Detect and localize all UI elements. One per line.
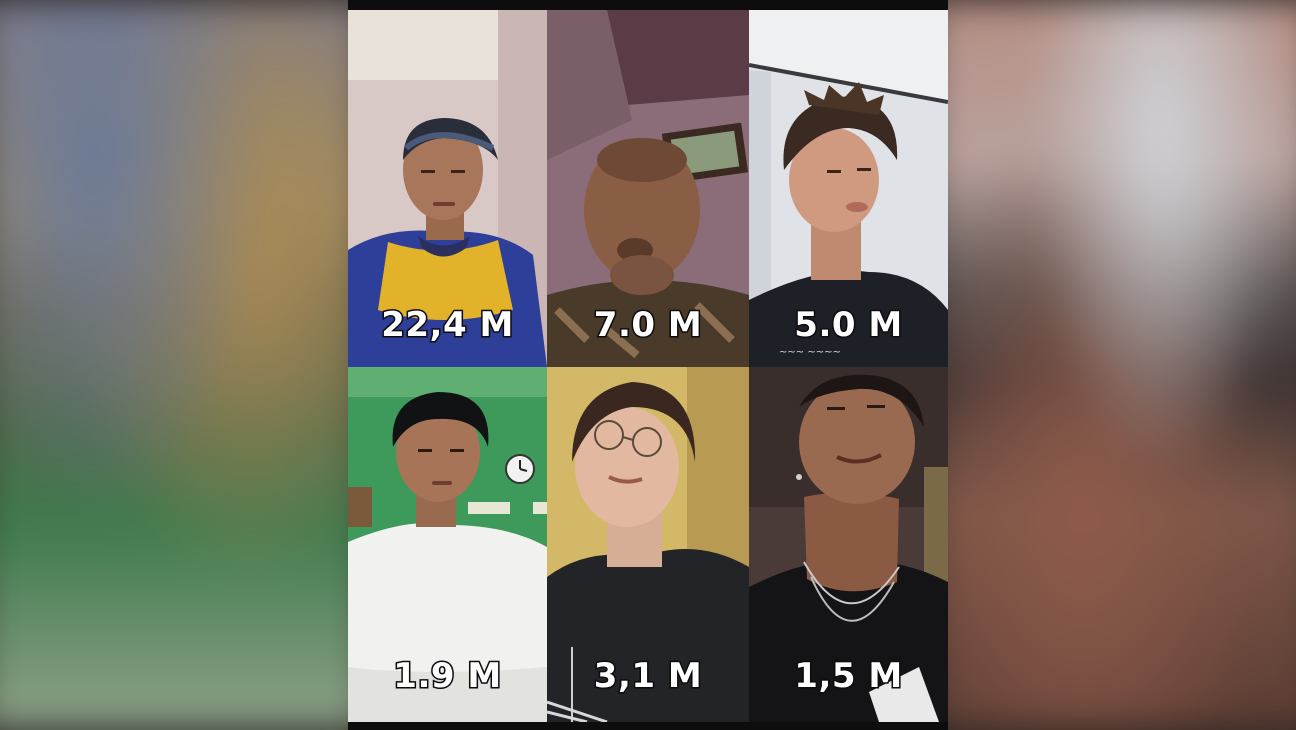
view-count-label: 1,5 M (793, 655, 904, 698)
photo-tile-4: 1.9 M (348, 367, 547, 722)
photo-tile-6: 1,5 M (749, 367, 948, 722)
view-count-label: 22,4 M (380, 304, 515, 347)
photo-grid: 22,4 M 7.0 M ~~~ ~~~~ 5.0 M 1.9 M 3,1 M … (348, 10, 948, 722)
blurred-backdrop-left (0, 0, 368, 730)
view-count-label: 5.0 M (793, 304, 904, 347)
view-count-label: 7.0 M (592, 304, 703, 347)
collage-frame: 22,4 M 7.0 M ~~~ ~~~~ 5.0 M 1.9 M 3,1 M … (348, 0, 948, 730)
svg-text:~~~ ~~~~: ~~~ ~~~~ (779, 347, 841, 358)
photo-tile-2: 7.0 M (547, 10, 749, 367)
view-count-label: 1.9 M (392, 655, 503, 698)
view-count-label: 3,1 M (592, 655, 703, 698)
photo-tile-3: ~~~ ~~~~ 5.0 M (749, 10, 948, 367)
photo-tile-5: 3,1 M (547, 367, 749, 722)
photo-tile-1: 22,4 M (348, 10, 547, 367)
video-frame: 22,4 M 7.0 M ~~~ ~~~~ 5.0 M 1.9 M 3,1 M … (0, 0, 1296, 730)
blurred-backdrop-right (928, 0, 1296, 730)
